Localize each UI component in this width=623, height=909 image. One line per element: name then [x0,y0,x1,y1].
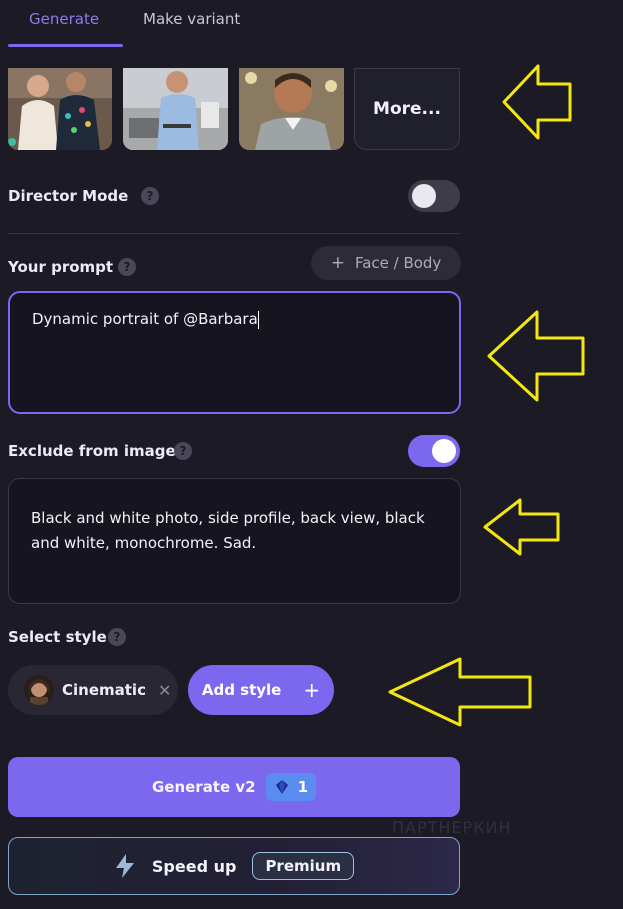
speed-up-button[interactable]: Speed up Premium [8,837,460,895]
credit-badge: 1 [265,773,317,801]
annotation-arrow-icon [388,657,532,727]
model-thumbnail-young-man[interactable] [239,68,344,150]
watermark: ПАРТНЕРКИН [392,818,512,837]
director-mode-label: Director Mode [8,187,129,205]
plus-icon: + [303,678,321,702]
model-thumbnail-couple[interactable] [8,68,112,150]
tab-generate[interactable]: Generate [29,10,99,28]
annotation-arrow-icon [487,310,585,402]
credit-count: 1 [297,778,309,796]
exclude-label: Exclude from image [8,442,176,460]
generate-label: Generate v2 [151,778,256,796]
lightning-icon [115,854,134,878]
premium-badge: Premium [252,852,355,880]
toggle-knob [432,439,456,463]
add-style-button[interactable]: Add style + [188,665,334,715]
prompt-help-icon[interactable]: ? [118,258,136,276]
cinematic-style-thumbnail-icon [24,675,54,705]
prompt-input[interactable]: Dynamic portrait of @Barbara [8,291,461,414]
text-cursor [257,310,259,329]
select-style-label: Select style [8,628,107,646]
gem-icon [275,780,288,794]
exclude-input[interactable]: Black and white photo, side profile, bac… [8,478,461,604]
annotation-arrow-icon [483,498,560,556]
exclude-help-icon[interactable]: ? [174,442,192,460]
model-thumbnail-office-man[interactable] [123,68,228,150]
generate-button[interactable]: Generate v2 1 [8,757,460,817]
style-chip-cinematic[interactable]: Cinematic ✕ [8,665,178,715]
more-models-button[interactable]: More... [354,68,460,150]
face-body-label: Face / Body [354,254,442,272]
section-divider [8,233,460,234]
toggle-knob [412,184,436,208]
add-style-label: Add style [201,681,282,699]
prompt-label: Your prompt [8,258,114,276]
active-tab-indicator [8,44,123,47]
style-chip-label: Cinematic [62,681,146,699]
annotation-arrow-icon [502,64,572,140]
director-mode-help-icon[interactable]: ? [141,187,159,205]
plus-icon: + [330,253,345,273]
select-style-help-icon[interactable]: ? [108,628,126,646]
exclude-toggle[interactable] [408,435,460,467]
prompt-text: Dynamic portrait of @Barbara [32,310,258,328]
speed-up-label: Speed up [151,856,237,876]
tab-make-variant[interactable]: Make variant [143,10,240,28]
director-mode-toggle[interactable] [408,180,460,212]
face-body-button[interactable]: + Face / Body [311,246,461,280]
exclude-text: Black and white photo, side profile, bac… [31,509,425,552]
close-icon[interactable]: ✕ [158,681,171,700]
